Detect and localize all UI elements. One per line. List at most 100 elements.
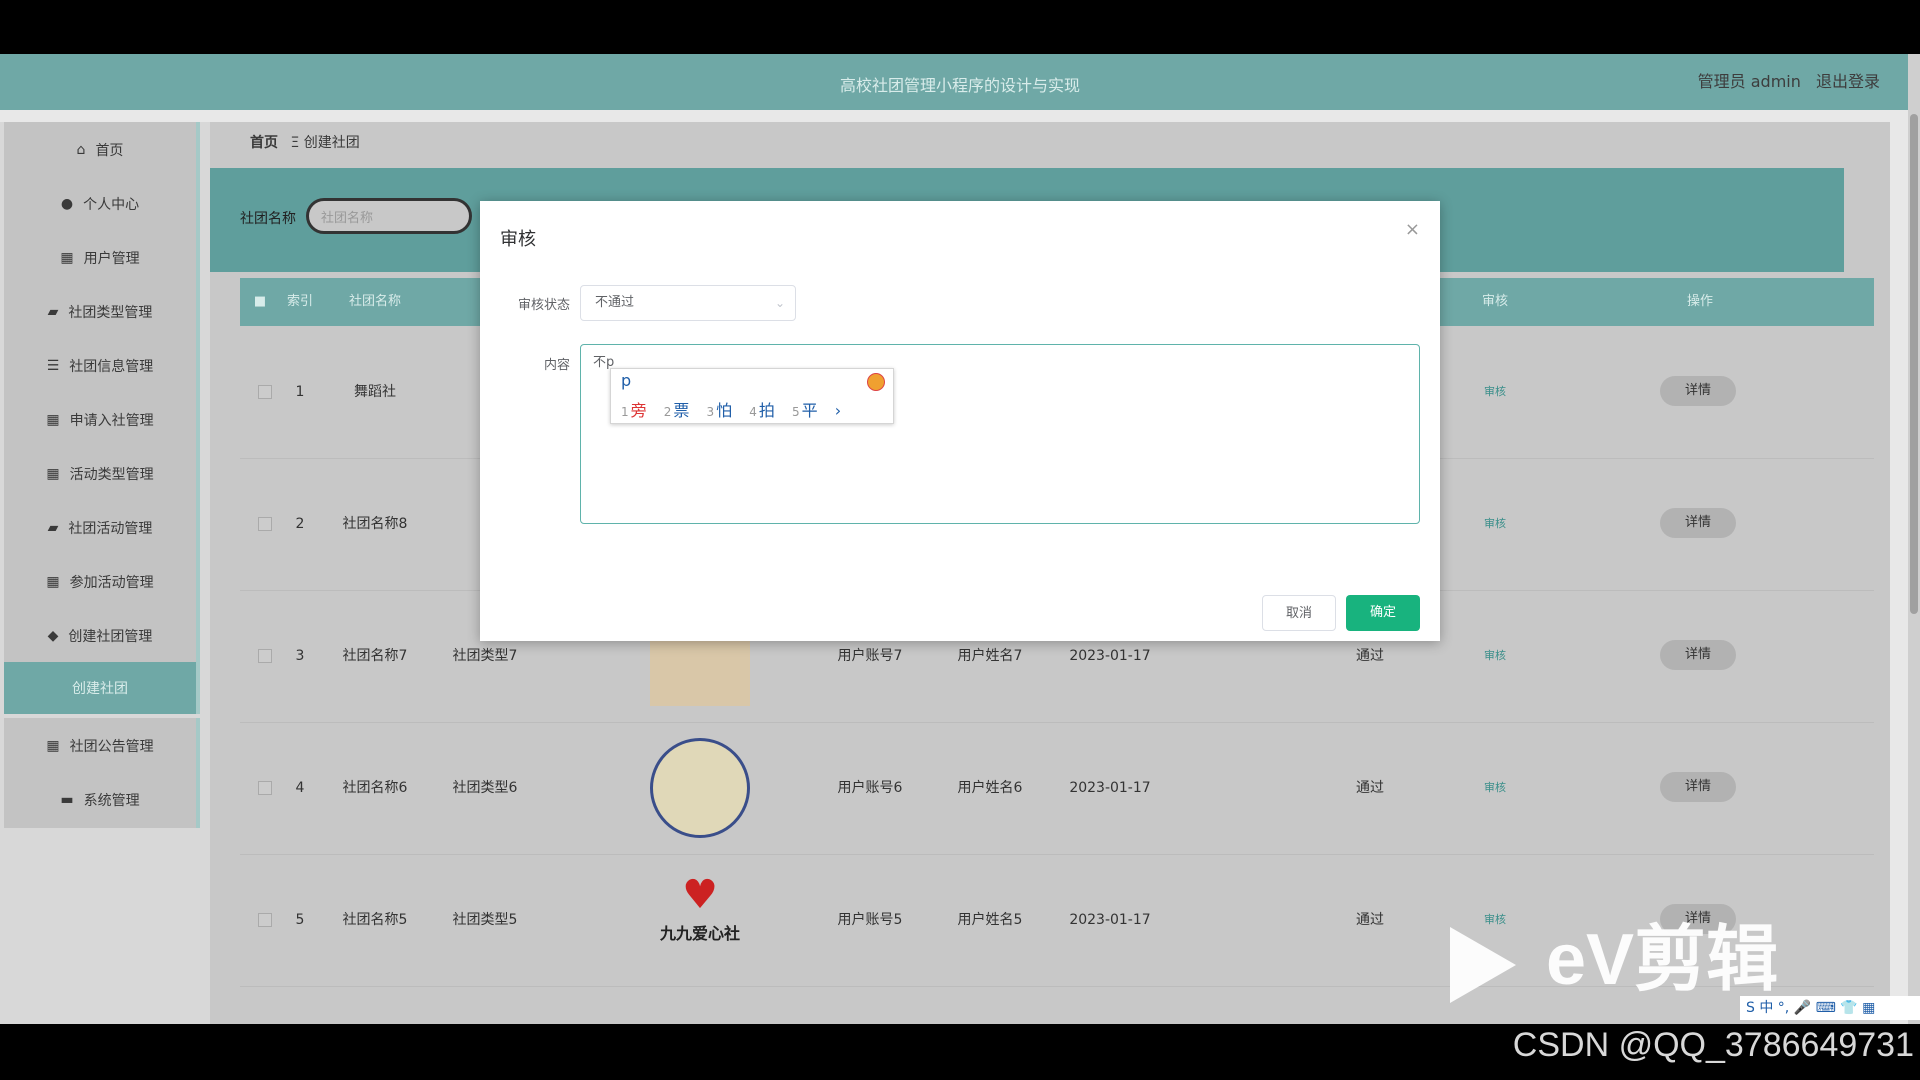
audit-link[interactable]: 审核 — [1440, 590, 1550, 722]
ime-candidate[interactable]: 1旁 — [621, 401, 647, 420]
select-all-checkbox[interactable]: ■ — [240, 278, 280, 326]
candidate-text: 平 — [801, 401, 818, 420]
ime-typed-text: p — [621, 371, 632, 390]
list-icon: ☰ — [46, 358, 60, 374]
sidebar-item-label: 社团活动管理 — [68, 521, 153, 537]
ime-candidate[interactable]: 4拍 — [749, 401, 775, 420]
col-club-name: 社团名称 — [348, 294, 401, 309]
ev-brand-text: eV剪辑 — [1546, 920, 1779, 1000]
cancel-button[interactable]: 取消 — [1262, 595, 1336, 631]
ime-status-tray[interactable]: S 中 °, 🎤 ⌨ 👕 ▦ — [1740, 996, 1920, 1020]
detail-button[interactable]: 详情 — [1660, 376, 1736, 406]
sidebar-item-home[interactable]: ⌂ 首页 — [4, 122, 196, 178]
sidebar: ⌂ 首页 ● 个人中心 ▦ 用户管理 ▰ 社团类型管理 ☰ 社团信息管理 ▦ 申请入社管理 … — [0, 122, 210, 1024]
scrollbar-thumb[interactable] — [1910, 114, 1918, 614]
sidebar-item-label: 活动类型管理 — [69, 467, 154, 483]
cell-account: 用户账号5 — [837, 912, 903, 928]
admin-label: 管理员 admin — [1697, 72, 1801, 91]
sidebar-item-label: 创建社团 — [72, 681, 128, 697]
close-icon[interactable]: × — [1405, 219, 1420, 240]
ime-candidate[interactable]: 2票 — [664, 401, 690, 420]
table-row: 4 社团名称6 社团类型6 用户账号6 用户姓名6 2023-01-17 通过 … — [240, 722, 1874, 855]
candidate-text: 怕 — [716, 401, 733, 420]
sidebar-item-activity-type[interactable]: ▦ 活动类型管理 — [4, 446, 196, 502]
cell-index: 3 — [295, 648, 305, 664]
grid-icon: ▦ — [46, 412, 60, 428]
candidate-text: 拍 — [758, 401, 775, 420]
cell-account: 用户账号6 — [837, 780, 903, 796]
audit-link[interactable]: 审核 — [1440, 722, 1550, 854]
dialog-title: 审核 — [500, 229, 536, 250]
cell-index: 4 — [295, 780, 305, 796]
breadcrumb-home[interactable]: 首页 — [250, 135, 278, 151]
col-audit: 审核 — [1481, 294, 1508, 309]
sidebar-subitem-create-club[interactable]: 创建社团 — [4, 662, 196, 714]
row-checkbox[interactable] — [258, 649, 272, 663]
csdn-watermark: CSDN @QQ_3786649731 — [1512, 1026, 1914, 1064]
user-icon: ● — [60, 196, 74, 212]
audit-link[interactable]: 审核 — [1440, 458, 1550, 590]
row-checkbox[interactable] — [258, 913, 272, 927]
logout-link[interactable]: 退出登录 — [1816, 72, 1880, 91]
cell-date: 2023-01-17 — [1069, 780, 1151, 796]
sidebar-item-label: 社团类型管理 — [68, 305, 153, 321]
row-checkbox[interactable] — [258, 517, 272, 531]
club-logo-image: ♥ 九九爱心社 — [650, 870, 750, 970]
ime-candidates: 1旁 2票 3怕 4拍 5平 › — [621, 397, 841, 421]
cell-club-name: 舞蹈社 — [354, 384, 396, 400]
cell-username: 用户姓名5 — [957, 912, 1023, 928]
sidebar-item-club-info[interactable]: ☰ 社团信息管理 — [4, 338, 196, 394]
sidebar-item-label: 首页 — [95, 143, 124, 159]
breadcrumb-current: 创建社团 — [303, 135, 360, 151]
sidebar-item-club-activity[interactable]: ▰ 社团活动管理 — [4, 500, 196, 556]
sidebar-item-club-type[interactable]: ▰ 社团类型管理 — [4, 284, 196, 340]
detail-button[interactable]: 详情 — [1660, 640, 1736, 670]
ime-candidate[interactable]: 5平 — [792, 401, 818, 420]
status-select-value: 不通过 — [595, 295, 635, 310]
sidebar-item-label: 创建社团管理 — [68, 629, 153, 645]
sidebar-item-create-club-management[interactable]: ◆ 创建社团管理 — [4, 608, 196, 664]
sidebar-item-label: 用户管理 — [83, 251, 140, 267]
detail-button[interactable]: 详情 — [1660, 508, 1736, 538]
grid-icon: ▦ — [46, 574, 60, 590]
top-bar-user: 管理员 admin 退出登录 — [1688, 68, 1880, 92]
breadcrumb: 首页 Ξ 创建社团 — [250, 132, 360, 152]
confirm-button[interactable]: 确定 — [1346, 595, 1420, 631]
status-label: 审核状态 — [517, 298, 570, 313]
sidebar-item-club-notice[interactable]: ▦ 社团公告管理 — [4, 718, 196, 774]
sidebar-item-join-activity[interactable]: ▦ 参加活动管理 — [4, 554, 196, 610]
page-scrollbar[interactable] — [1908, 54, 1920, 1024]
cell-index: 1 — [295, 384, 305, 400]
sidebar-item-personal-center[interactable]: ● 个人中心 — [4, 176, 196, 232]
search-input[interactable]: 社团名称 — [306, 198, 472, 234]
ime-candidate[interactable]: 3怕 — [707, 401, 733, 420]
sidebar-item-label: 个人中心 — [83, 197, 140, 213]
search-label: 社团名称 — [240, 211, 296, 227]
chevron-down-icon: ⌄ — [774, 296, 785, 310]
candidate-number: 2 — [663, 405, 672, 419]
detail-button[interactable]: 详情 — [1660, 772, 1736, 802]
briefcase-icon: ▰ — [47, 520, 59, 536]
sidebar-item-join-application[interactable]: ▦ 申请入社管理 — [4, 392, 196, 448]
sidebar-item-user-management[interactable]: ▦ 用户管理 — [4, 230, 196, 286]
sidebar-item-label: 申请入社管理 — [69, 413, 154, 429]
content-label: 内容 — [543, 358, 570, 373]
audit-link[interactable]: 审核 — [1440, 326, 1550, 458]
pin-icon: ◆ — [47, 628, 59, 644]
app-title: 高校社团管理小程序的设计与实现 — [839, 76, 1080, 95]
cell-club-name: 社团名称8 — [342, 516, 408, 532]
cell-club-type: 社团类型5 — [452, 912, 518, 928]
grid-icon: ▦ — [46, 466, 60, 482]
cell-username: 用户姓名6 — [957, 780, 1023, 796]
row-checkbox[interactable] — [258, 781, 272, 795]
ime-next-page-icon[interactable]: › — [835, 401, 841, 420]
sidebar-item-system[interactable]: ▬ 系统管理 — [4, 772, 196, 828]
club-logo-image — [650, 738, 750, 838]
sidebar-item-label: 系统管理 — [83, 793, 140, 809]
cell-club-type: 社团类型6 — [452, 780, 518, 796]
cell-date: 2023-01-17 — [1069, 912, 1151, 928]
cell-index: 5 — [295, 912, 305, 928]
status-select[interactable]: 不通过 ⌄ — [580, 285, 796, 321]
row-checkbox[interactable] — [258, 385, 272, 399]
col-index: 索引 — [286, 294, 313, 309]
